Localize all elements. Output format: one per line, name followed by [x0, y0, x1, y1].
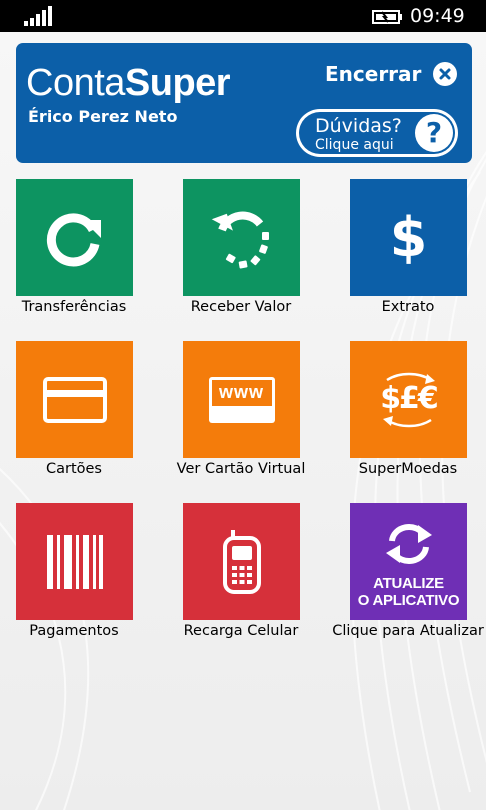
- battery-charging-icon: [372, 10, 402, 24]
- tile-label-supermoedas: SuperMoedas: [358, 461, 458, 477]
- tile-receber-valor[interactable]: [183, 179, 300, 296]
- refresh-arrow-icon: [46, 212, 101, 266]
- sync-arrows-icon: [385, 524, 432, 564]
- update-badge: ATUALIZE O APLICATIVO: [350, 575, 467, 609]
- tile-transferencias[interactable]: [16, 179, 133, 296]
- help-subtitle: Clique aqui: [315, 137, 394, 153]
- brand-logo: ContaSuper: [26, 62, 231, 104]
- logout-label: Encerrar: [325, 62, 422, 86]
- www-text: www: [218, 382, 264, 402]
- tile-supermoedas[interactable]: $£€: [350, 341, 467, 458]
- tile-pagamentos[interactable]: [16, 503, 133, 620]
- currency-symbols: $£€: [380, 380, 439, 416]
- status-bar: 09:49: [0, 0, 486, 32]
- credit-card-icon: [42, 376, 107, 423]
- tile-extrato[interactable]: $: [350, 179, 467, 296]
- tile-recarga-celular[interactable]: [183, 503, 300, 620]
- tile-ver-cartao-virtual[interactable]: www: [183, 341, 300, 458]
- dollar-sign-icon: $: [389, 206, 428, 269]
- question-mark-icon: ?: [415, 114, 453, 152]
- help-title: Dúvidas?: [315, 115, 402, 137]
- help-button-inner: Dúvidas? Clique aqui ?: [299, 112, 455, 154]
- logout-button[interactable]: Encerrar: [325, 60, 458, 88]
- tile-label-receber-valor: Receber Valor: [190, 299, 292, 315]
- tile-atualizar[interactable]: ATUALIZE O APLICATIVO: [350, 503, 467, 620]
- receive-circular-arrow-icon: [211, 211, 269, 268]
- tile-cartoes[interactable]: [16, 341, 133, 458]
- barcode-icon: [46, 534, 103, 589]
- tile-label-pagamentos: Pagamentos: [29, 623, 119, 639]
- user-name: Érico Perez Neto: [28, 107, 178, 126]
- help-button[interactable]: Dúvidas? Clique aqui ?: [296, 109, 458, 157]
- tile-label-extrato: Extrato: [381, 299, 435, 315]
- main-content: ContaSuper Érico Perez Neto Encerrar Dúv…: [0, 32, 486, 810]
- tile-label-ver-cartao-virtual: Ver Cartão Virtual: [176, 461, 306, 477]
- close-circle-icon: [433, 62, 458, 86]
- tile-label-atualizar: Clique para Atualizar: [332, 623, 484, 639]
- tile-label-transferencias: Transferências: [21, 299, 127, 315]
- www-card-icon: www: [208, 376, 275, 423]
- tile-label-recarga-celular: Recarga Celular: [183, 623, 299, 639]
- clock: 09:49: [410, 5, 465, 27]
- account-header: ContaSuper Érico Perez Neto Encerrar Dúv…: [16, 43, 472, 163]
- brand-logo-light: Conta: [26, 62, 125, 104]
- brand-logo-bold: Super: [124, 62, 231, 104]
- mobile-phone-icon: [222, 529, 261, 594]
- update-badge-line2: O APLICATIVO: [357, 592, 460, 609]
- tile-label-cartoes: Cartões: [45, 461, 102, 477]
- currency-exchange-icon: $£€: [369, 370, 449, 430]
- update-badge-line1: ATUALIZE: [373, 575, 444, 592]
- signal-bars-icon: [24, 6, 52, 26]
